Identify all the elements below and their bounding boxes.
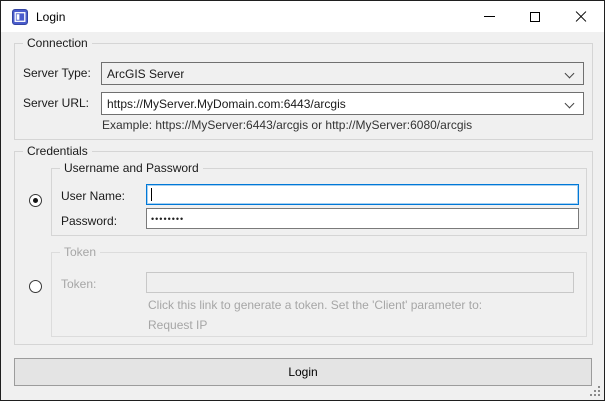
password-input[interactable] xyxy=(146,208,579,229)
token-groupbox: Token xyxy=(51,252,587,337)
server-url-example: Example: https://MyServer:6443/arcgis or… xyxy=(102,118,472,132)
server-url-combobox[interactable]: https://MyServer.MyDomain.com:6443/arcgi… xyxy=(101,92,584,115)
token-help-line1: Click this link to generate a token. Set… xyxy=(148,298,482,312)
server-url-label: Server URL: xyxy=(23,96,89,110)
maximize-icon xyxy=(530,12,540,22)
username-label: User Name: xyxy=(61,189,125,203)
text-caret xyxy=(151,188,152,201)
token-radio[interactable] xyxy=(29,280,42,293)
login-button-label: Login xyxy=(288,365,317,379)
server-url-value: https://MyServer.MyDomain.com:6443/arcgi… xyxy=(107,97,346,111)
window-title: Login xyxy=(36,10,65,24)
minimize-icon xyxy=(484,16,495,17)
server-type-label: Server Type: xyxy=(23,66,91,80)
token-input xyxy=(146,272,574,293)
chevron-down-icon xyxy=(566,70,574,78)
server-type-dropdown[interactable]: ArcGIS Server xyxy=(101,62,584,85)
chevron-down-icon xyxy=(566,100,574,108)
token-label: Token: xyxy=(61,277,96,291)
maximize-button[interactable] xyxy=(512,1,558,32)
login-window: Login Connection Server Type: ArcGIS Ser… xyxy=(0,0,605,401)
connection-legend: Connection xyxy=(23,36,92,50)
credentials-legend: Credentials xyxy=(23,144,92,158)
login-button[interactable]: Login xyxy=(14,358,592,386)
server-type-value: ArcGIS Server xyxy=(107,67,184,81)
userpass-radio[interactable] xyxy=(29,194,42,207)
window-controls xyxy=(466,1,604,32)
token-help-line2: Request IP xyxy=(148,318,207,332)
close-button[interactable] xyxy=(558,1,604,32)
token-legend: Token xyxy=(60,245,100,259)
minimize-button[interactable] xyxy=(466,1,512,32)
title-bar: Login xyxy=(1,1,604,32)
username-input[interactable] xyxy=(146,184,579,205)
password-label: Password: xyxy=(61,214,117,228)
radio-dot xyxy=(33,198,38,203)
close-icon xyxy=(575,11,587,23)
app-icon xyxy=(12,9,28,25)
userpass-legend: Username and Password xyxy=(60,161,203,175)
resize-grip-icon[interactable] xyxy=(589,385,601,397)
